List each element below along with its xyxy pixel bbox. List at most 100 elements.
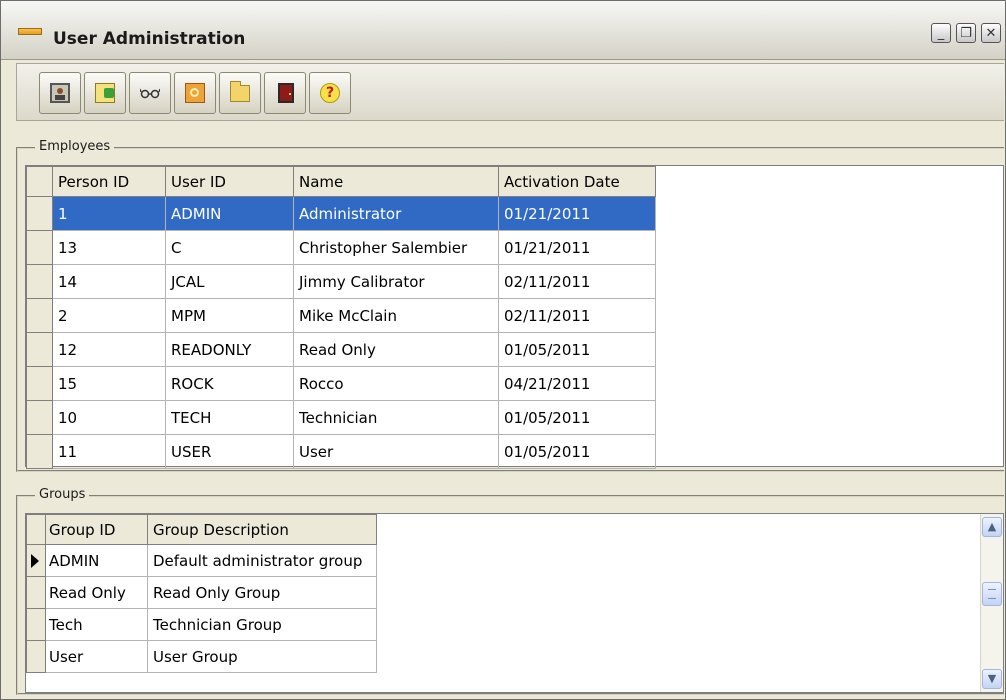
person-id-cell[interactable]: 1 xyxy=(52,196,166,231)
employee-row[interactable]: 10 TECH Technician 01/05/2011 xyxy=(26,400,656,435)
chevron-up-icon: ▲ xyxy=(987,520,997,533)
groups-group: Groups Group ID Group Description ADMIN … xyxy=(16,487,1004,695)
group-id-cell[interactable]: User xyxy=(45,640,148,673)
user-id-cell[interactable]: READONLY xyxy=(165,332,294,367)
name-cell[interactable]: Technician xyxy=(293,400,499,435)
row-header[interactable] xyxy=(26,434,53,469)
row-header[interactable] xyxy=(26,298,53,333)
group-row[interactable]: Tech Technician Group xyxy=(26,608,377,641)
person-id-cell[interactable]: 12 xyxy=(52,332,166,367)
employee-row[interactable]: 13 C Christopher Salembier 01/21/2011 xyxy=(26,230,656,265)
key-icon xyxy=(185,83,205,103)
activation-date-cell[interactable]: 01/21/2011 xyxy=(498,196,656,231)
user-card-icon xyxy=(50,83,70,103)
user-id-cell[interactable]: TECH xyxy=(165,400,294,435)
close-button[interactable]: ✕ xyxy=(981,23,1001,43)
title-bar[interactable]: User Administration _ ❐ ✕ xyxy=(1,1,1005,60)
column-header-user-id[interactable]: User ID xyxy=(165,166,294,197)
employees-grid[interactable]: Person ID User ID Name Activation Date 1… xyxy=(25,165,1004,469)
group-description-cell[interactable]: User Group xyxy=(147,640,377,673)
row-header[interactable] xyxy=(26,400,53,435)
exit-button[interactable] xyxy=(264,72,306,114)
group-id-cell[interactable]: ADMIN xyxy=(45,544,148,577)
activation-date-cell[interactable]: 01/21/2011 xyxy=(498,230,656,265)
groups-grid[interactable]: Group ID Group Description ADMIN Default… xyxy=(25,513,1004,693)
row-header[interactable] xyxy=(26,640,46,673)
employee-row[interactable]: 12 READONLY Read Only 01/05/2011 xyxy=(26,332,656,367)
add-user-icon xyxy=(95,83,115,103)
group-id-cell[interactable]: Read Only xyxy=(45,576,148,609)
groups-legend: Groups xyxy=(35,487,90,502)
person-id-cell[interactable]: 13 xyxy=(52,230,166,265)
name-cell[interactable]: Mike McClain xyxy=(293,298,499,333)
user-id-cell[interactable]: C xyxy=(165,230,294,265)
row-header[interactable] xyxy=(26,264,53,299)
employees-header-row: Person ID User ID Name Activation Date xyxy=(26,166,656,197)
open-folder-button[interactable] xyxy=(219,72,261,114)
name-cell[interactable]: User xyxy=(293,434,499,469)
employee-row[interactable]: 11 USER User 01/05/2011 xyxy=(26,434,656,469)
name-cell[interactable]: Administrator xyxy=(293,196,499,231)
name-cell[interactable]: Read Only xyxy=(293,332,499,367)
user-id-cell[interactable]: ROCK xyxy=(165,366,294,401)
name-cell[interactable]: Jimmy Calibrator xyxy=(293,264,499,299)
chevron-down-icon: ▼ xyxy=(987,672,997,685)
password-button[interactable] xyxy=(174,72,216,114)
person-id-cell[interactable]: 2 xyxy=(52,298,166,333)
column-header-person-id[interactable]: Person ID xyxy=(52,166,166,197)
column-header-group-description[interactable]: Group Description xyxy=(147,514,377,545)
minimize-button[interactable]: _ xyxy=(931,23,951,43)
activation-date-cell[interactable]: 01/05/2011 xyxy=(498,332,656,367)
row-header[interactable] xyxy=(26,576,46,609)
restore-button[interactable]: ❐ xyxy=(956,23,976,43)
toolbar: ? xyxy=(16,63,1004,121)
row-header[interactable] xyxy=(26,332,53,367)
group-description-cell[interactable]: Technician Group xyxy=(147,608,377,641)
name-cell[interactable]: Rocco xyxy=(293,366,499,401)
activation-date-cell[interactable]: 01/05/2011 xyxy=(498,434,656,469)
groups-scrollbar[interactable]: ▲ ▼ xyxy=(980,514,1003,692)
column-header-activation-date[interactable]: Activation Date xyxy=(498,166,656,197)
restore-icon: ❐ xyxy=(960,26,972,41)
row-header[interactable] xyxy=(26,366,53,401)
employee-row[interactable]: 14 JCAL Jimmy Calibrator 02/11/2011 xyxy=(26,264,656,299)
help-button[interactable]: ? xyxy=(309,72,351,114)
row-header[interactable] xyxy=(26,230,53,265)
row-header[interactable] xyxy=(26,608,46,641)
activation-date-cell[interactable]: 02/11/2011 xyxy=(498,264,656,299)
user-administration-window: User Administration _ ❐ ✕ ? Employees Pe… xyxy=(0,0,1006,700)
person-id-cell[interactable]: 11 xyxy=(52,434,166,469)
group-description-cell[interactable]: Default administrator group xyxy=(147,544,377,577)
name-cell[interactable]: Christopher Salembier xyxy=(293,230,499,265)
person-id-cell[interactable]: 15 xyxy=(52,366,166,401)
column-header-group-id[interactable]: Group ID xyxy=(45,514,148,545)
employee-row[interactable]: 2 MPM Mike McClain 02/11/2011 xyxy=(26,298,656,333)
group-id-cell[interactable]: Tech xyxy=(45,608,148,641)
scroll-down-button[interactable]: ▼ xyxy=(982,669,1002,689)
group-row[interactable]: Read Only Read Only Group xyxy=(26,576,377,609)
row-header[interactable] xyxy=(26,544,46,577)
group-description-cell[interactable]: Read Only Group xyxy=(147,576,377,609)
user-id-cell[interactable]: MPM xyxy=(165,298,294,333)
person-id-cell[interactable]: 14 xyxy=(52,264,166,299)
person-id-cell[interactable]: 10 xyxy=(52,400,166,435)
user-properties-button[interactable] xyxy=(39,72,81,114)
scroll-up-button[interactable]: ▲ xyxy=(982,517,1002,537)
group-row[interactable]: ADMIN Default administrator group xyxy=(26,544,377,577)
user-id-cell[interactable]: JCAL xyxy=(165,264,294,299)
group-row[interactable]: User User Group xyxy=(26,640,377,673)
view-button[interactable] xyxy=(129,72,171,114)
user-id-cell[interactable]: ADMIN xyxy=(165,196,294,231)
employee-row[interactable]: 15 ROCK Rocco 04/21/2011 xyxy=(26,366,656,401)
scroll-thumb[interactable] xyxy=(982,582,1002,606)
row-header[interactable] xyxy=(26,196,53,231)
activation-date-cell[interactable]: 02/11/2011 xyxy=(498,298,656,333)
employees-header-corner xyxy=(26,166,53,197)
column-header-name[interactable]: Name xyxy=(293,166,499,197)
activation-date-cell[interactable]: 01/05/2011 xyxy=(498,400,656,435)
activation-date-cell[interactable]: 04/21/2011 xyxy=(498,366,656,401)
employee-row[interactable]: 1 ADMIN Administrator 01/21/2011 xyxy=(26,196,656,231)
groups-header-row: Group ID Group Description xyxy=(26,514,377,545)
user-id-cell[interactable]: USER xyxy=(165,434,294,469)
add-user-button[interactable] xyxy=(84,72,126,114)
